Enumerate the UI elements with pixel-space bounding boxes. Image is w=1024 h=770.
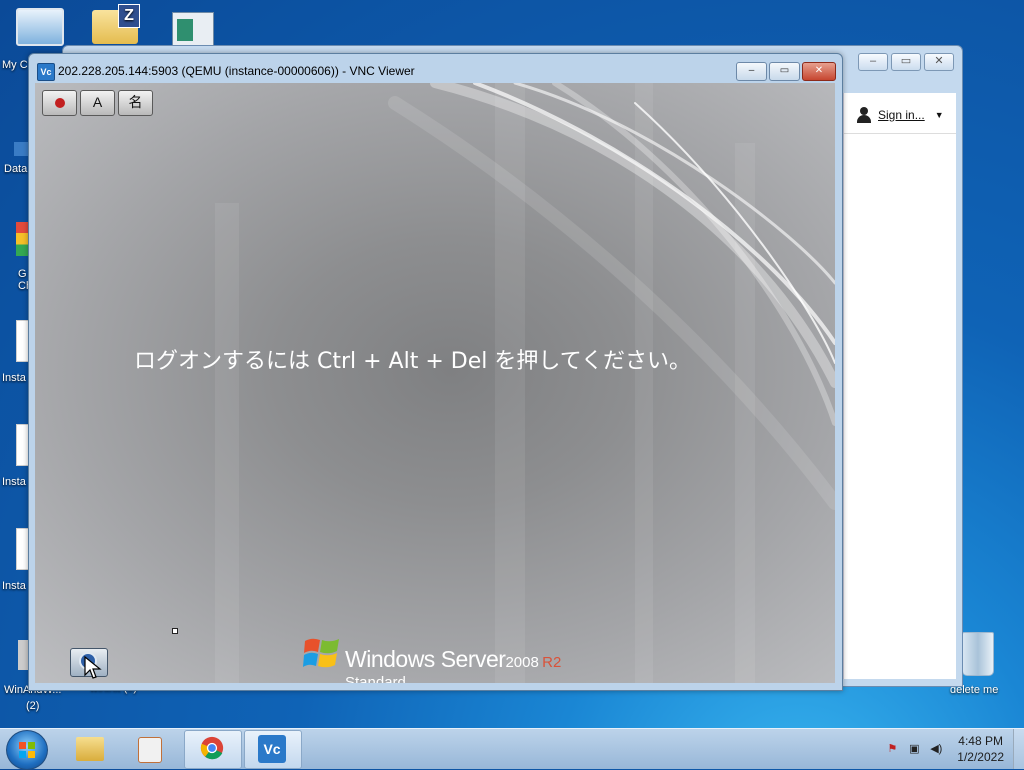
sign-in-button[interactable]: Sign in... ▼: [856, 107, 944, 123]
dropdown-caret-icon: ▼: [934, 110, 944, 120]
action-center-icon[interactable]: ⚑: [885, 742, 899, 756]
recycle-bin-icon: [962, 632, 994, 676]
record-button[interactable]: [42, 90, 77, 116]
taskbar: Vc ⚑ ▣ ◀) 4:48 PM 1/2/2022: [0, 728, 1024, 770]
network-icon[interactable]: ▣: [907, 742, 921, 756]
desktop-icon-install-1[interactable]: Insta: [2, 318, 32, 386]
ime-mode-button[interactable]: A: [80, 90, 115, 116]
chrome-icon: [200, 736, 224, 760]
start-button[interactable]: [6, 730, 48, 770]
clock-time: 4:48 PM: [958, 734, 1003, 748]
background-window-controls: – ▭ ✕: [858, 53, 954, 71]
background-window-content: Sign in... ▼: [843, 93, 956, 679]
brand-edition: Standard: [345, 674, 406, 683]
desktop-icon-label: Insta: [2, 580, 26, 592]
brand-r2: R2: [542, 654, 562, 671]
vnc-window-controls: – ▭ ✕: [736, 62, 836, 81]
zip-folder-icon: Z: [92, 4, 140, 44]
media-player-icon: [138, 737, 162, 763]
volume-icon[interactable]: ◀): [929, 742, 943, 756]
vnc-viewer-window[interactable]: Vc 202.228.205.144:5903 (QEMU (instance-…: [28, 53, 843, 691]
minimize-button[interactable]: –: [736, 62, 767, 81]
computer-icon: [16, 8, 64, 46]
folder-icon: [76, 737, 104, 761]
windows-server-brand: Windows Server2008 R2 Standard: [345, 646, 562, 683]
desktop-icon-label: Insta: [2, 476, 26, 488]
desktop-icon-install-3[interactable]: Insta: [2, 526, 32, 594]
close-button[interactable]: ✕: [802, 62, 836, 81]
windows-logo-icon: [303, 638, 339, 668]
system-tray: ⚑ ▣ ◀) 4:48 PM 1/2/2022: [885, 729, 1010, 769]
vnc-app-icon[interactable]: Vc: [37, 63, 55, 81]
mouse-pointer-icon: [84, 656, 102, 679]
divider: [844, 133, 956, 134]
sign-in-label: Sign in...: [878, 108, 925, 122]
desktop-icon-data[interactable]: Data: [2, 120, 28, 180]
file-icon: [18, 640, 28, 670]
taskbar-chrome[interactable]: [184, 730, 242, 769]
brand-version: 2008: [505, 654, 539, 671]
window-title: 202.228.205.144:5903 (QEMU (instance-000…: [58, 64, 415, 78]
shortcut-icon: [14, 142, 28, 156]
maximize-button[interactable]: ▭: [891, 53, 921, 71]
desktop-icon-install-2[interactable]: Insta: [2, 422, 32, 490]
taskbar-file-explorer[interactable]: [62, 730, 118, 767]
person-icon: [856, 107, 872, 123]
ime-name-button[interactable]: 名: [118, 90, 153, 116]
window-app-icon: [172, 12, 214, 46]
background-light-streaks: [215, 83, 835, 683]
taskbar-vnc-viewer[interactable]: Vc: [244, 730, 302, 769]
show-desktop-button[interactable]: [1013, 729, 1024, 769]
clock[interactable]: 4:48 PM 1/2/2022: [951, 733, 1010, 765]
maximize-button[interactable]: ▭: [769, 62, 800, 81]
minimize-button[interactable]: –: [858, 53, 888, 71]
logon-message: ログオンするには Ctrl + Alt + Del を押してください。: [134, 349, 692, 374]
vnc-viewer-icon: Vc: [258, 735, 286, 763]
desktop-icon-zip-folder[interactable]: Z: [92, 4, 144, 48]
vnc-toolbar: A 名: [42, 90, 153, 116]
taskbar-media-player[interactable]: [122, 730, 178, 767]
cursor-marker: [172, 628, 178, 634]
clock-date: 1/2/2022: [957, 750, 1004, 764]
brand-name: Windows Server: [345, 646, 506, 672]
remote-desktop-screen[interactable]: A 名 ログオンするには Ctrl + Alt + Del を押してください。 …: [35, 83, 835, 683]
desktop-icon-chrome[interactable]: G Ch: [2, 222, 32, 296]
desktop-icon-label: My C: [2, 59, 28, 71]
desktop-icon-label: Data: [4, 163, 28, 175]
windows-flag-icon: [19, 742, 35, 758]
vnc-titlebar[interactable]: Vc 202.228.205.144:5903 (QEMU (instance-…: [29, 54, 842, 84]
close-button[interactable]: ✕: [924, 53, 954, 71]
desktop-icon-label: Insta: [2, 372, 26, 384]
desktop-icon-window-app[interactable]: [172, 12, 218, 48]
